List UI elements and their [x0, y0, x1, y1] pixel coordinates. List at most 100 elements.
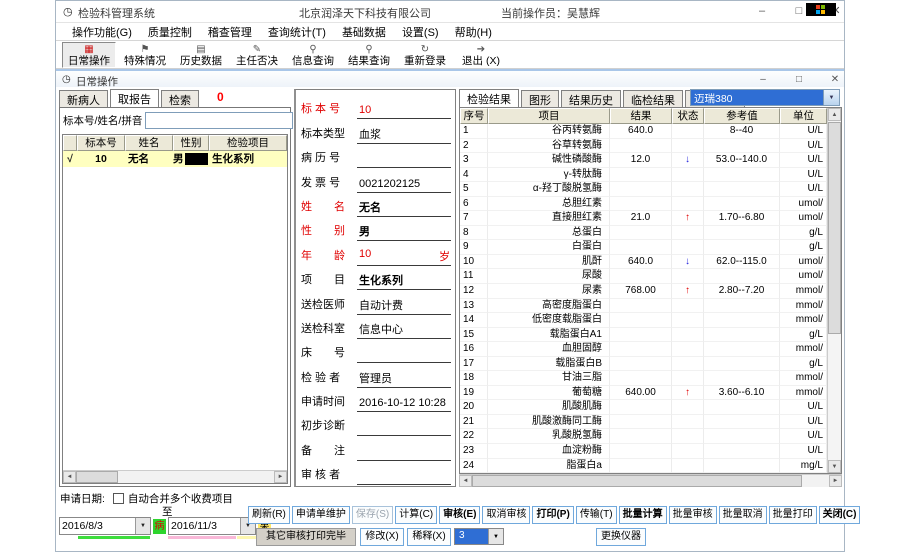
form-field-value[interactable]: 血浆: [357, 126, 451, 144]
menu-item[interactable]: 设置(S): [394, 23, 447, 41]
result-row[interactable]: 3碱性磷酸酶12.0↓53.0--140.0U/L: [460, 153, 827, 168]
toolbar-button[interactable]: ✎主任否决: [230, 42, 284, 68]
chevron-down-icon[interactable]: ▼: [488, 529, 503, 544]
form-field-value[interactable]: 10: [357, 104, 451, 119]
result-row[interactable]: 2谷草转氨酶U/L: [460, 139, 827, 154]
form-field-value[interactable]: [357, 470, 451, 485]
results-vscrollbar[interactable]: ▲ ▼: [827, 108, 841, 473]
menu-item[interactable]: 基础数据: [334, 23, 394, 41]
result-row[interactable]: 17载脂蛋白Bg/L: [460, 357, 827, 372]
menu-item[interactable]: 稽查管理: [200, 23, 260, 41]
form-field-value[interactable]: [357, 348, 451, 363]
toolbar-button[interactable]: ▤历史数据: [174, 42, 228, 68]
form-field-value[interactable]: 无名: [357, 199, 451, 217]
action-button[interactable]: 打印(P): [532, 506, 573, 524]
action-button[interactable]: 审核(E): [439, 506, 480, 524]
result-row[interactable]: 4γ-转肽酶U/L: [460, 168, 827, 183]
result-row[interactable]: 6总胆红素umol/: [460, 197, 827, 212]
result-row[interactable]: 22乳酸脱氢酶U/L: [460, 429, 827, 444]
result-row[interactable]: 13高密度脂蛋白mmol/: [460, 299, 827, 314]
results-header-cell[interactable]: 参考值: [704, 108, 780, 124]
chevron-down-icon[interactable]: ▼: [135, 518, 150, 534]
result-row[interactable]: 5α-羟丁酸脱氢酶U/L: [460, 182, 827, 197]
form-field-value[interactable]: 生化系列: [357, 272, 451, 290]
form-field-value[interactable]: 2016-10-12 10:28: [357, 397, 451, 412]
results-header-cell[interactable]: 项目: [488, 108, 610, 124]
dilute-button[interactable]: 稀释(X): [407, 528, 451, 546]
menu-item[interactable]: 查询统计(T): [260, 23, 334, 41]
list-header-cell[interactable]: 检验项目: [209, 135, 287, 151]
menu-item[interactable]: 帮助(H): [447, 23, 500, 41]
toolbar-button[interactable]: ▦日常操作: [62, 42, 116, 68]
form-field-value[interactable]: [357, 446, 451, 461]
result-row[interactable]: 20肌酸肌酶U/L: [460, 400, 827, 415]
scroll-left-icon[interactable]: ◄: [63, 471, 76, 483]
result-row[interactable]: 19葡萄糖640.00↑3.60--6.10mmol/: [460, 386, 827, 401]
action-button[interactable]: 批量计算: [619, 506, 667, 524]
action-button[interactable]: 取消审核: [482, 506, 530, 524]
list-header-cell[interactable]: 标本号: [77, 135, 125, 151]
instrument-select[interactable]: 迈瑞380 ▼: [690, 89, 840, 106]
child-close-icon[interactable]: ✕: [828, 73, 842, 86]
scroll-up-icon[interactable]: ▲: [828, 108, 841, 121]
action-button[interactable]: 申请单维护: [292, 506, 350, 524]
result-row[interactable]: 14低密度载脂蛋白mmol/: [460, 313, 827, 328]
child-minimize-icon[interactable]: –: [756, 73, 770, 86]
result-row[interactable]: 12尿素768.00↑2.80--7.20mmol/: [460, 284, 827, 299]
result-row[interactable]: 18甘油三脂mmol/: [460, 371, 827, 386]
form-field-value[interactable]: 自动计费: [357, 297, 451, 315]
result-row[interactable]: 23血淀粉酶U/L: [460, 444, 827, 459]
restore-icon[interactable]: □: [791, 4, 807, 19]
form-field-value[interactable]: [357, 421, 451, 436]
results-hscrollbar[interactable]: ◄ ►: [459, 474, 842, 487]
list-header-cell[interactable]: 性别: [173, 135, 209, 151]
results-header-cell[interactable]: 状态: [672, 108, 704, 124]
action-button[interactable]: 传输(T): [576, 506, 617, 524]
result-row[interactable]: 15载脂蛋白A1g/L: [460, 328, 827, 343]
form-field-value[interactable]: 0021202125: [357, 178, 451, 193]
result-row[interactable]: 24脂蛋白amg/L: [460, 459, 827, 473]
toolbar-button[interactable]: ⚑特殊情况: [118, 42, 172, 68]
scroll-thumb[interactable]: [828, 122, 841, 334]
results-header-cell[interactable]: 序号: [460, 108, 488, 124]
result-row[interactable]: 10肌酐640.0↓62.0--115.0umol/: [460, 255, 827, 270]
result-row[interactable]: 9白蛋白g/L: [460, 240, 827, 255]
scroll-thumb[interactable]: [76, 471, 118, 483]
action-button[interactable]: 批量审核: [669, 506, 717, 524]
form-field-value[interactable]: 10岁: [357, 248, 451, 266]
menu-item[interactable]: 操作功能(G): [64, 23, 140, 41]
scroll-left-icon[interactable]: ◄: [459, 475, 472, 487]
action-button[interactable]: 计算(C): [395, 506, 437, 524]
modify-button[interactable]: 修改(X): [360, 528, 404, 546]
toolbar-button[interactable]: ⚲结果查询: [342, 42, 396, 68]
results-header-cell[interactable]: 结果: [610, 108, 672, 124]
date-from-picker[interactable]: 2016/8/3 ▼: [59, 517, 151, 535]
scroll-right-icon[interactable]: ►: [829, 475, 842, 487]
result-row[interactable]: 7直接胆红素21.0↑1.70--6.80umol/: [460, 211, 827, 226]
search-input[interactable]: [145, 112, 293, 129]
result-row[interactable]: 21肌酸激酶同工酶U/L: [460, 415, 827, 430]
results-header-cell[interactable]: 单位: [780, 108, 827, 124]
form-field-value[interactable]: 男: [357, 223, 451, 241]
table-row[interactable]: √10无名男生化系列: [63, 151, 287, 167]
auto-merge-checkbox[interactable]: [113, 493, 124, 504]
change-instrument-button[interactable]: 更换仪器: [596, 528, 646, 546]
result-row[interactable]: 1谷丙转氨酶640.08--40U/L: [460, 124, 827, 139]
action-button[interactable]: 关闭(C): [819, 506, 861, 524]
dilute-factor-select[interactable]: 3 ▼: [454, 528, 504, 545]
action-button[interactable]: 刷新(R): [248, 506, 290, 524]
menu-item[interactable]: 质量控制: [140, 23, 200, 41]
scroll-right-icon[interactable]: ►: [274, 471, 287, 483]
scroll-down-icon[interactable]: ▼: [828, 460, 841, 473]
list-header-cell[interactable]: 姓名: [125, 135, 173, 151]
form-field-value[interactable]: 信息中心: [357, 321, 451, 339]
date-to-picker[interactable]: 2016/11/3 ▼: [168, 517, 256, 535]
minimize-icon[interactable]: –: [754, 4, 770, 19]
result-row[interactable]: 16血胆固醇mmol/: [460, 342, 827, 357]
form-field-value[interactable]: [357, 153, 451, 168]
action-button[interactable]: 批量打印: [769, 506, 817, 524]
chevron-down-icon[interactable]: ▼: [823, 89, 840, 106]
toolbar-button[interactable]: ➔退出 (X): [454, 42, 508, 68]
form-field-value[interactable]: 管理员: [357, 370, 451, 388]
sample-list-hscrollbar[interactable]: ◄ ►: [63, 470, 287, 483]
